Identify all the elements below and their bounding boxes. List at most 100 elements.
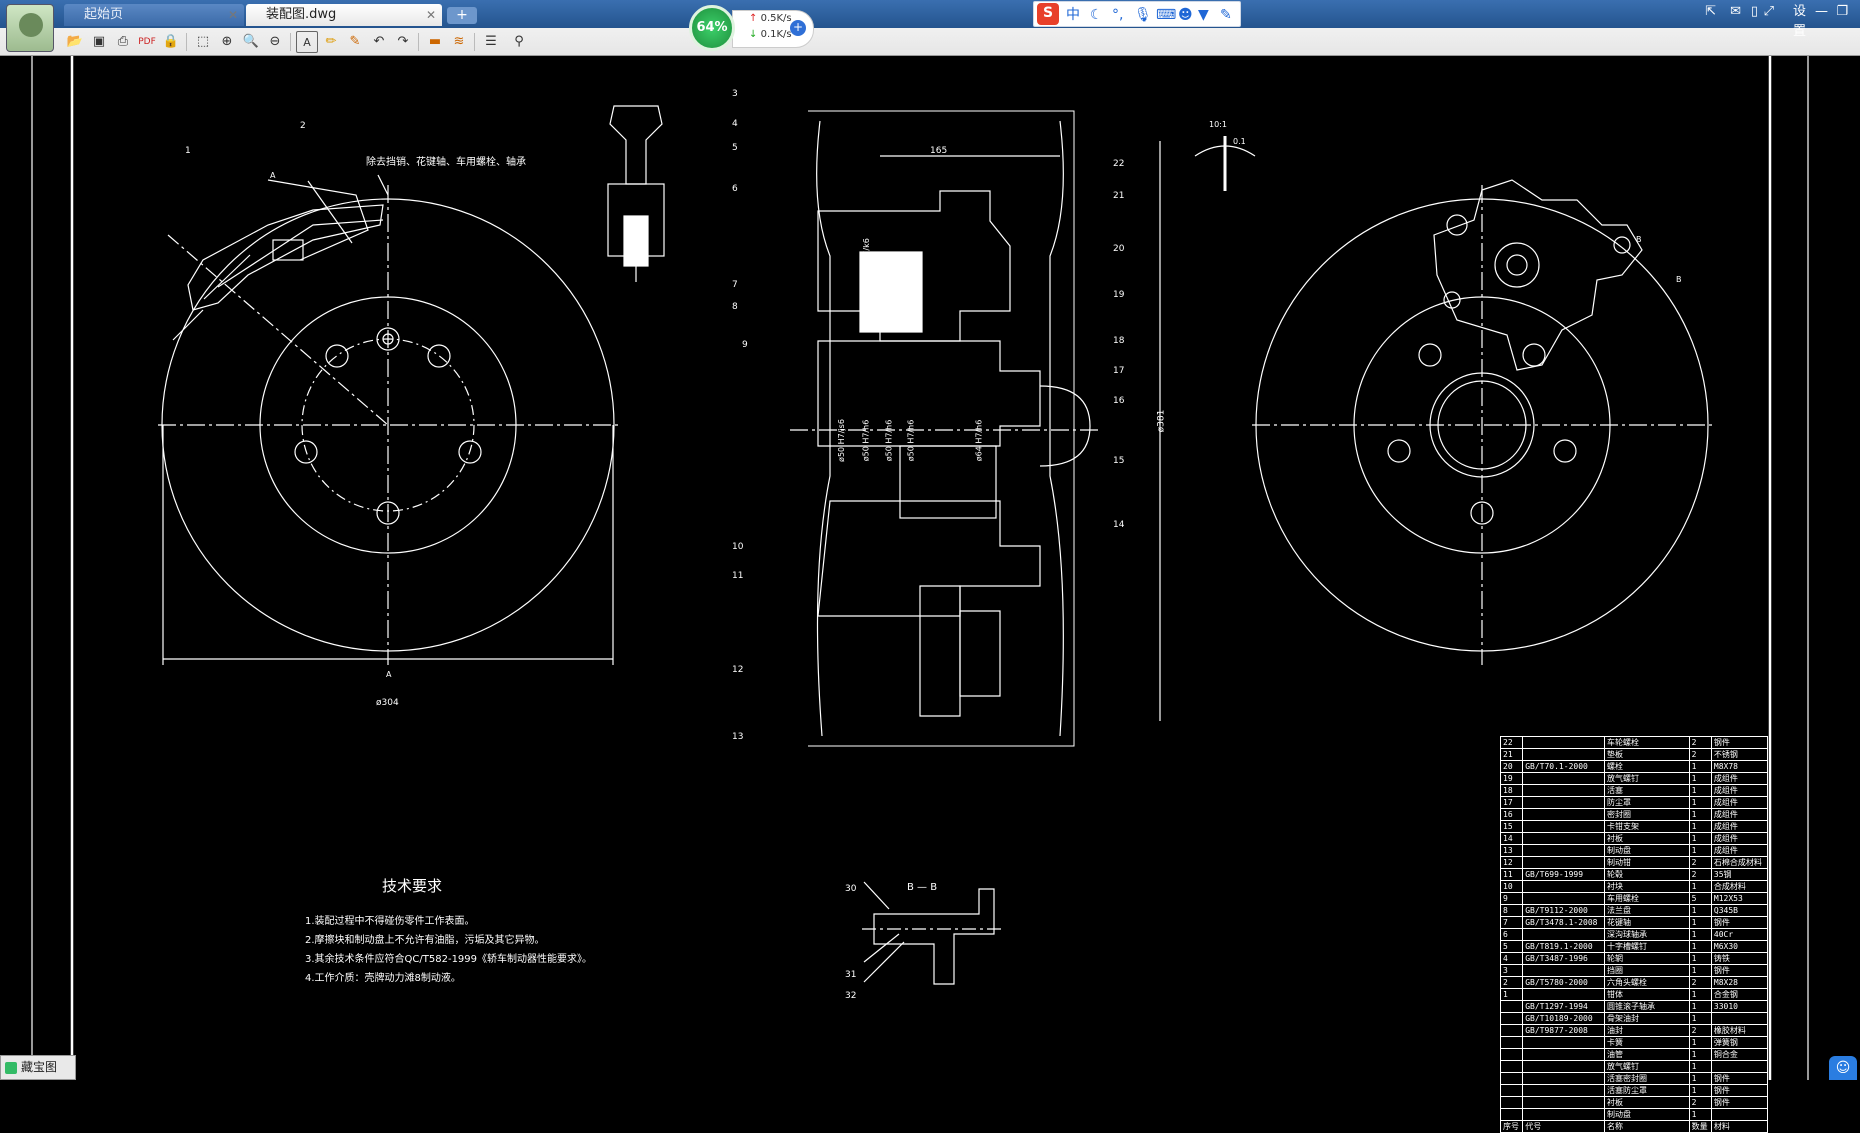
markup-icon[interactable]: ✎ bbox=[344, 31, 366, 53]
save-icon[interactable]: ▣ bbox=[88, 31, 110, 53]
avatar-icon bbox=[19, 13, 43, 37]
balloon-19: 19 bbox=[1113, 290, 1125, 300]
table-row: 放气螺钉 1 bbox=[1499, 1060, 1769, 1073]
text-icon[interactable]: A bbox=[296, 31, 318, 53]
dim-right-diameter: ø381 bbox=[1156, 409, 1167, 433]
title-bar: 起始页 ✕ 装配图.dwg ✕ + ↑ 0.5K/s ↓ 0.1K/s 64% … bbox=[0, 0, 1860, 56]
dot-icon[interactable]: °, bbox=[1112, 5, 1123, 25]
table-cell: 制动盘 bbox=[1603, 1108, 1690, 1121]
table-cell: 合金钢 bbox=[1710, 988, 1769, 1001]
table-cell: 1 bbox=[1688, 1060, 1712, 1073]
bolt-hole bbox=[1387, 439, 1411, 463]
status-bar[interactable]: 藏宝图 bbox=[0, 1055, 76, 1080]
fullscreen-icon[interactable]: ⤢ bbox=[1764, 2, 1774, 22]
pdf-icon[interactable]: PDF bbox=[136, 31, 158, 53]
share-icon[interactable]: ⇱ bbox=[1705, 2, 1716, 22]
close-icon[interactable]: ✕ bbox=[426, 4, 436, 26]
moon-icon[interactable]: ☾ bbox=[1090, 5, 1103, 25]
tab-assembly-drawing[interactable]: 装配图.dwg ✕ bbox=[246, 4, 442, 26]
table-cell: 成组件 bbox=[1710, 808, 1769, 821]
treasure-map-icon bbox=[5, 1062, 17, 1074]
stamp-icon[interactable]: ⚲ bbox=[508, 31, 530, 53]
caliper-piston bbox=[272, 239, 304, 261]
table-cell bbox=[1499, 1012, 1524, 1025]
table-row: 9 车用螺栓 5 M12X53 bbox=[1499, 892, 1769, 905]
user-avatar[interactable] bbox=[6, 4, 54, 52]
undo-icon[interactable]: ↶ bbox=[368, 31, 390, 53]
close-icon[interactable]: ✕ bbox=[228, 4, 238, 26]
new-tab-button[interactable]: + bbox=[447, 7, 477, 24]
settings-button[interactable]: 设置 bbox=[1793, 2, 1806, 42]
fit-label: ø64 H7/h6 bbox=[974, 419, 984, 462]
table-cell: M12X53 bbox=[1710, 892, 1769, 905]
upload-speed: 0.5K/s bbox=[760, 13, 792, 24]
measure-multi-icon[interactable]: ≋ bbox=[448, 31, 470, 53]
ime-mode-toggle[interactable]: 中 bbox=[1066, 5, 1080, 25]
restore-icon[interactable]: ❐ bbox=[1836, 2, 1848, 22]
balloon-17: 17 bbox=[1113, 366, 1125, 376]
table-cell: 1 bbox=[1688, 916, 1712, 929]
table-row: 6 深沟球轴承 1 40Cr bbox=[1499, 928, 1769, 941]
table-cell: 1 bbox=[1688, 784, 1712, 797]
minimize-icon[interactable]: — bbox=[1815, 2, 1828, 22]
lock-icon[interactable]: 🔒 bbox=[160, 31, 182, 53]
dim-left-diameter: ø304 bbox=[376, 698, 399, 708]
table-cell: 1 bbox=[1688, 760, 1712, 773]
balloon-31: 31 bbox=[845, 970, 857, 980]
table-row: 1 钳体 1 合金钢 bbox=[1499, 988, 1769, 1001]
network-usage-ring[interactable]: 64% bbox=[689, 5, 735, 51]
table-cell: 1 bbox=[1688, 796, 1712, 809]
table-cell: 1 bbox=[1688, 1084, 1712, 1097]
table-cell: GB/T1297-1994 bbox=[1522, 1000, 1605, 1013]
accelerate-icon[interactable]: + bbox=[790, 20, 806, 36]
table-cell bbox=[1522, 784, 1605, 797]
table-cell bbox=[1499, 1072, 1524, 1085]
pencil-icon[interactable]: ✏ bbox=[320, 31, 342, 53]
zoom-in-icon[interactable]: ⊕ bbox=[216, 31, 238, 53]
table-cell: GB/T9112-2000 bbox=[1522, 904, 1605, 917]
user-icon[interactable]: ☻ bbox=[1178, 5, 1193, 25]
ime-toolbar[interactable]: S 中 ☾ °, 🎙 ⌨ ☻ ▼ ✎ bbox=[1033, 1, 1241, 27]
table-cell bbox=[1522, 748, 1605, 761]
redo-icon[interactable]: ↷ bbox=[392, 31, 414, 53]
select-icon[interactable]: ⬚ bbox=[192, 31, 214, 53]
table-cell: 成组件 bbox=[1710, 820, 1769, 833]
bolt-hole bbox=[1553, 439, 1577, 463]
print-icon[interactable]: ⎙ bbox=[112, 31, 134, 53]
table-cell: 制动钳 bbox=[1603, 856, 1690, 869]
table-row: 20 GB/T70.1-2000 螺栓 1 M8X78 bbox=[1499, 760, 1769, 773]
view-mark-a: A bbox=[386, 670, 392, 679]
mic-icon[interactable]: 🎙 bbox=[1134, 5, 1152, 25]
table-cell: 轮毂 bbox=[1603, 868, 1690, 881]
wechat-icon[interactable]: ✉ bbox=[1730, 2, 1741, 22]
zoom-out-icon[interactable]: ⊖ bbox=[264, 31, 286, 53]
zoom-window-icon[interactable]: 🔍 bbox=[240, 31, 262, 53]
measure-icon[interactable]: ▬ bbox=[424, 31, 446, 53]
table-cell: 1 bbox=[1688, 964, 1712, 977]
table-cell: 1 bbox=[1688, 940, 1712, 953]
open-icon[interactable]: 📂 bbox=[64, 31, 86, 53]
phone-icon[interactable]: ▯ bbox=[1751, 2, 1758, 22]
table-cell: 10 bbox=[1499, 880, 1524, 893]
table-cell bbox=[1522, 964, 1605, 977]
wrench-icon[interactable]: ✎ bbox=[1220, 5, 1232, 25]
layers-icon[interactable]: ☰ bbox=[480, 31, 502, 53]
balloon-18: 18 bbox=[1113, 336, 1125, 346]
table-cell: 活塞密封圈 bbox=[1603, 1072, 1690, 1085]
table-cell: 钢件 bbox=[1710, 916, 1769, 929]
screw-head bbox=[609, 105, 663, 185]
table-cell: 2 bbox=[1688, 736, 1712, 749]
table-cell bbox=[1499, 1024, 1524, 1037]
separator bbox=[186, 33, 187, 51]
table-cell bbox=[1522, 736, 1605, 749]
drawing-canvas[interactable]: 除去挡销、花键轴、车用螺栓、轴承 技术要求 1.装配过程中不得碰伤零件工作表面。… bbox=[0, 56, 1860, 1133]
tab-start-page[interactable]: 起始页 ✕ bbox=[64, 4, 244, 26]
dim-small-a: 10:1 bbox=[1209, 120, 1227, 129]
keyboard-icon[interactable]: ⌨ bbox=[1156, 5, 1176, 25]
shirt-icon[interactable]: ▼ bbox=[1198, 5, 1209, 25]
table-header-cell: 数量 bbox=[1688, 1120, 1712, 1133]
assistant-icon[interactable]: ☺ bbox=[1829, 1056, 1857, 1080]
balloon-2: 2 bbox=[300, 121, 306, 131]
table-row: 活塞防尘罩 1 钢件 bbox=[1499, 1084, 1769, 1097]
table-cell bbox=[1499, 1060, 1524, 1073]
